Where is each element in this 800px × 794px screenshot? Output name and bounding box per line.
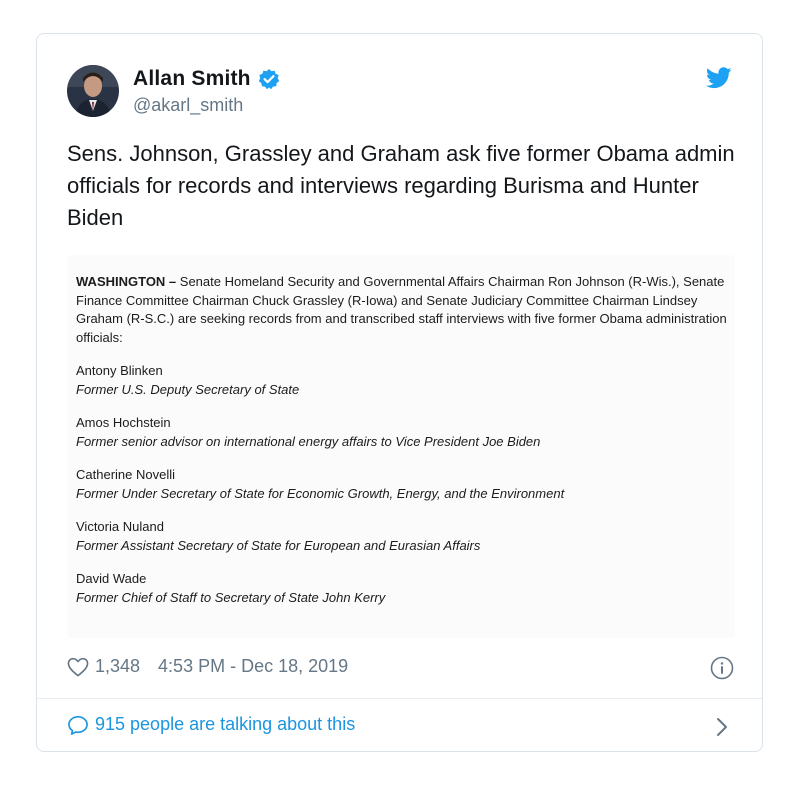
chevron-right-icon[interactable] bbox=[716, 717, 728, 737]
speech-bubble-icon bbox=[67, 715, 89, 735]
author-handle[interactable]: @akarl_smith bbox=[133, 95, 243, 116]
official-entry: Amos Hochstein Former senior advisor on … bbox=[76, 413, 736, 451]
attached-document-image[interactable]: WASHINGTON – Senate Homeland Security an… bbox=[67, 255, 735, 638]
official-role: Former senior advisor on international e… bbox=[76, 434, 541, 449]
info-icon[interactable] bbox=[710, 656, 734, 680]
official-entry: Antony Blinken Former U.S. Deputy Secret… bbox=[76, 361, 736, 399]
official-entry: Victoria Nuland Former Assistant Secreta… bbox=[76, 517, 736, 555]
official-role: Former Assistant Secretary of State for … bbox=[76, 538, 481, 553]
official-name: Antony Blinken bbox=[76, 363, 163, 378]
official-name: Amos Hochstein bbox=[76, 415, 171, 430]
twitter-bird-icon[interactable] bbox=[705, 67, 732, 89]
dateline: WASHINGTON – bbox=[76, 274, 177, 289]
divider bbox=[37, 698, 762, 699]
official-name: David Wade bbox=[76, 571, 147, 586]
official-role: Former U.S. Deputy Secretary of State bbox=[76, 382, 300, 397]
official-entry: David Wade Former Chief of Staff to Secr… bbox=[76, 569, 736, 607]
tweet-text: Sens. Johnson, Grassley and Graham ask f… bbox=[67, 141, 735, 230]
like-count[interactable]: 1,348 bbox=[95, 656, 140, 677]
official-name: Victoria Nuland bbox=[76, 519, 164, 534]
tweet-timestamp[interactable]: 4:53 PM - Dec 18, 2019 bbox=[158, 656, 348, 677]
tweet-meta: 1,348 4:53 PM - Dec 18, 2019 bbox=[67, 656, 348, 677]
avatar[interactable] bbox=[67, 65, 119, 117]
official-name: Catherine Novelli bbox=[76, 467, 175, 482]
verified-badge-icon bbox=[258, 68, 280, 90]
heart-icon[interactable] bbox=[67, 657, 89, 677]
official-role: Former Under Secretary of State for Econ… bbox=[76, 486, 565, 501]
official-role: Former Chief of Staff to Secretary of St… bbox=[76, 590, 386, 605]
talking-count-text: 915 people are talking about this bbox=[95, 714, 356, 734]
press-release-intro: WASHINGTON – Senate Homeland Security an… bbox=[76, 273, 736, 347]
author-name[interactable]: Allan Smith bbox=[133, 67, 251, 91]
official-entry: Catherine Novelli Former Under Secretary… bbox=[76, 465, 736, 503]
tweet-card: Allan Smith @akarl_smith Sens. Johnson, … bbox=[36, 33, 763, 752]
conversation-link[interactable]: 915 people are talking about this bbox=[67, 714, 355, 735]
